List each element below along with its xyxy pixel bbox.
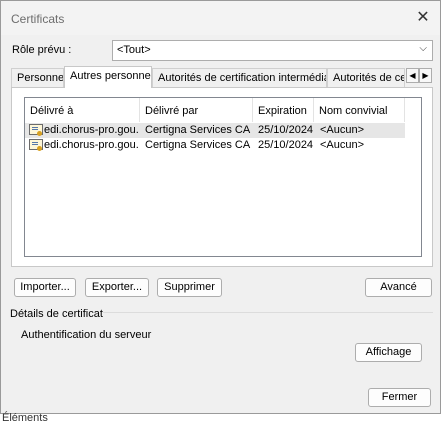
cell-issued-by: Certigna Services CA [145,124,251,136]
remove-button[interactable]: Supprimer [157,278,222,297]
column-friendly-name[interactable]: Nom convivial [314,98,405,122]
cell-issued-by: Certigna Services CA [145,139,251,151]
certificate-icon [29,124,43,136]
cell-friendly-name: <Aucun> [320,124,365,136]
view-button[interactable]: Affichage [355,343,422,362]
column-issued-to[interactable]: Délivré à [25,98,140,122]
dialog-title: Certificats [11,12,65,26]
background-window-text: Éléments [2,412,48,424]
chevron-down-icon: ⌵ [419,43,427,54]
tab-autorites-intermediaires[interactable]: Autorités de certification intermédiaire… [152,68,327,87]
tab-scroll-right-icon[interactable]: ▶ [419,68,432,83]
import-button[interactable]: Importer... [14,278,76,297]
intended-purpose-value: <Tout> [117,44,151,56]
tab-personnel[interactable]: Personnel [11,68,64,87]
cell-friendly-name: <Aucun> [320,139,365,151]
tab-scroll-left-icon[interactable]: ◀ [406,68,419,83]
certificate-icon [29,139,43,151]
cell-issued-to: edi.chorus-pro.gou... [44,139,139,151]
certificates-dialog: Certificats ✕ Rôle prévu : <Tout> ⌵ Pers… [0,0,441,414]
cell-expiration: 25/10/2024 [258,139,314,151]
certificate-purposes: Authentification du serveur [21,329,152,341]
tab-autres-personnes[interactable]: Autres personnes [64,66,152,88]
tab-panel: Délivré à Délivré par Expiration Nom con… [11,87,433,267]
column-issued-by[interactable]: Délivré par [140,98,253,122]
column-expiration[interactable]: Expiration [253,98,314,122]
tab-strip: Personnel Autres personnes Autorités de … [11,66,433,88]
certificate-list[interactable]: Délivré à Délivré par Expiration Nom con… [24,97,422,257]
cell-issued-to: edi.chorus-pro.gou... [44,124,139,136]
advanced-button[interactable]: Avancé [365,278,432,297]
export-button[interactable]: Exporter... [85,278,149,297]
intended-purpose-label: Rôle prévu : [12,44,72,56]
tab-autorites-racines[interactable]: Autorités de certification racines de co… [327,68,405,87]
certificate-details-title: Détails de certificat [10,308,103,320]
close-icon[interactable]: ✕ [412,7,434,29]
close-button[interactable]: Fermer [368,388,431,407]
list-header: Délivré à Délivré par Expiration Nom con… [25,98,421,122]
title-bar: Certificats ✕ [1,1,440,35]
tab-scroll-arrows: ◀ ▶ [406,68,432,83]
table-row[interactable]: edi.chorus-pro.gou... Certigna Services … [25,138,405,153]
table-row[interactable]: edi.chorus-pro.gou... Certigna Services … [25,123,405,138]
cell-expiration: 25/10/2024 [258,124,314,136]
intended-purpose-select[interactable]: <Tout> ⌵ [112,40,433,61]
